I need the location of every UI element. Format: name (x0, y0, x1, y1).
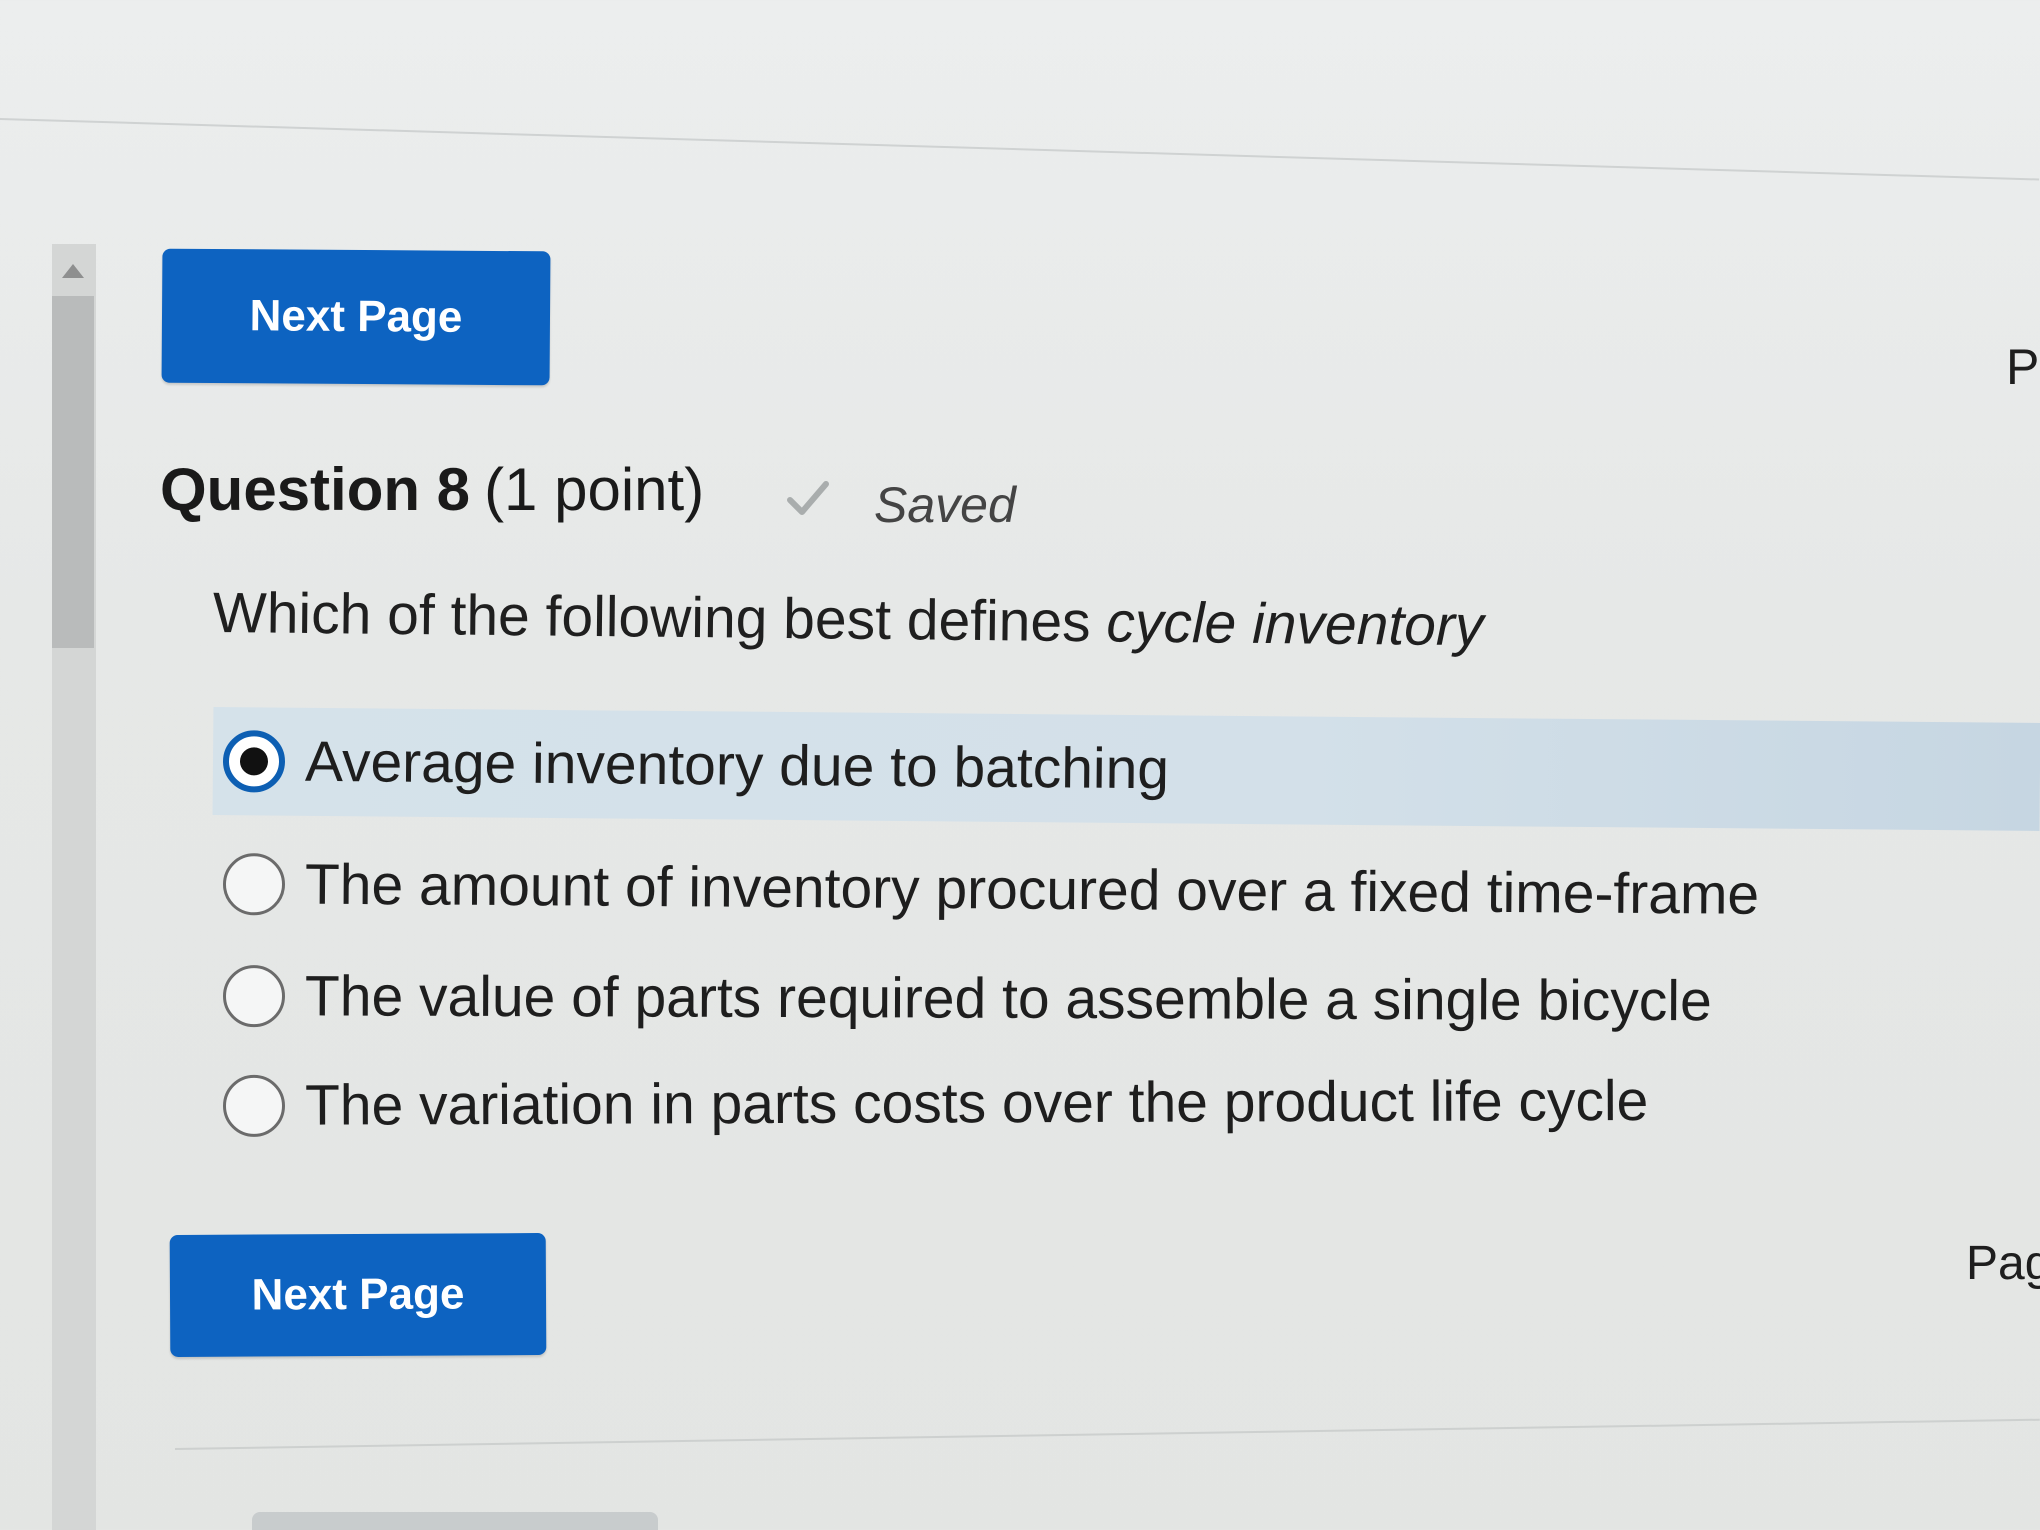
answer-option-label: Average inventory due to batching (304, 729, 1170, 802)
radio-button[interactable] (222, 1074, 286, 1137)
radio-button-selected[interactable] (222, 730, 286, 793)
question-prompt: Which of the following best defines cycl… (213, 580, 1484, 659)
answer-option-label: The amount of inventory procured over a … (304, 852, 1760, 927)
saved-status: Saved (874, 477, 1016, 533)
prompt-text: Which of the following best defines (212, 581, 1107, 655)
answer-option-label: The variation in parts costs over the pr… (304, 1068, 1649, 1138)
page-indicator-bottom: Pag (1966, 1237, 2040, 1290)
radio-button[interactable] (222, 965, 286, 1028)
next-page-button-top[interactable]: Next Page (161, 248, 551, 386)
checkmark-icon (787, 481, 829, 515)
scrollbar-thumb[interactable] (52, 296, 94, 648)
question-title: Question 8 (160, 456, 471, 523)
header-divider (0, 118, 2040, 181)
question-header: Question 8 (1 point) (160, 455, 704, 524)
prompt-emphasis: cycle inventory (1106, 590, 1484, 659)
scroll-up-caret-icon[interactable] (62, 264, 84, 278)
answer-option-3[interactable]: The value of parts required to assemble … (213, 942, 2040, 1056)
answer-option-2[interactable]: The amount of inventory procured over a … (213, 830, 2040, 951)
footer-divider (174, 1418, 2040, 1450)
radio-button[interactable] (222, 853, 286, 916)
question-points: (1 point) (484, 456, 705, 523)
next-section-stub (252, 1512, 658, 1530)
next-page-button-bottom[interactable]: Next Page (169, 1233, 547, 1357)
answer-option-4[interactable]: The variation in parts costs over the pr… (213, 1046, 2040, 1160)
page-indicator-top: P (2006, 339, 2040, 395)
answer-option-label: The value of parts required to assemble … (304, 964, 1712, 1034)
answer-option-1[interactable]: Average inventory due to batching (212, 707, 2040, 831)
